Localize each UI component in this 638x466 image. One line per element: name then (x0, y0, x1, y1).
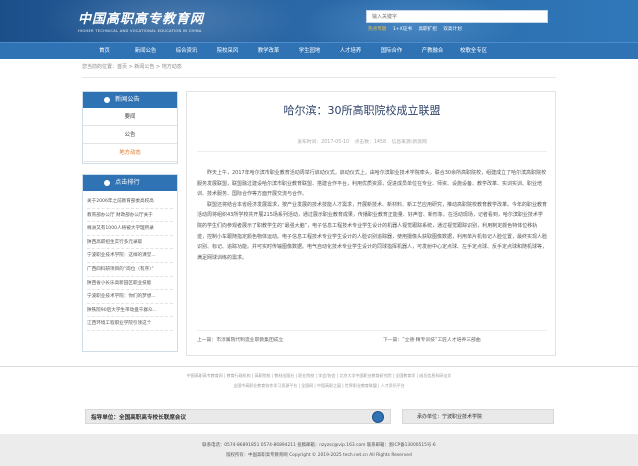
article-panel: 哈尔滨：30所高职院校成立联盟 发布时间：2017-05-10 点击数：1458… (186, 91, 556, 356)
ranking-item[interactable]: 陕西省小长乐高新园区职业技能 (87, 277, 173, 291)
hot-topic-link[interactable]: 高职扩招 (418, 27, 436, 32)
ranking-item[interactable]: 宁波职业技术学院：这样的课堂... (87, 249, 173, 263)
ranking-item[interactable]: 陕铁院90后大学生带动盘千群众... (87, 304, 173, 318)
ranking-item[interactable]: 宁波职业技术学院：你们的梦想... (87, 290, 173, 304)
article-source: 信息来源:新浪网 (391, 140, 427, 145)
ranking-list: 关于2006年之前教育部委高校高 教育部办公厅 财政部办公厅关于 株洲又有100… (83, 191, 177, 331)
footer-copyright: 版权所有：中国高职高专教育网 Copyright © 2019-2025 tec… (226, 453, 412, 458)
article-title: 哈尔滨：30所高职院校成立联盟 (283, 104, 441, 117)
host-unit-text: 承办单位：宁波职业技术学院 (417, 414, 483, 420)
nav-item-reform[interactable]: 教学改革 (248, 43, 289, 59)
article-body: 昨天上午，2017年哈尔滨市职业教育活动周举行启动仪式，启动仪式上，由哈尔滨职业… (197, 168, 547, 263)
site-header: 中国高职高专教育网 HIGHER TECHNICAL AND VOCATIONA… (0, 0, 638, 42)
nav-item-students[interactable]: 学生园地 (289, 43, 330, 59)
ranking-item[interactable]: 广西四科研项目的“岗位（有序）” (87, 263, 173, 277)
logo-text-cn: 中国高职高专教育网 (78, 12, 205, 27)
ranking-item[interactable]: 江西环境工程职业学院引领这个 (87, 317, 173, 331)
footer-divider (0, 366, 638, 367)
news-panel-title: 新闻公告 (83, 92, 177, 108)
sidebar-item-local-news[interactable]: 地方动态 (83, 144, 177, 162)
nav-item-campus[interactable]: 院校采风 (207, 43, 248, 59)
site-footer: 联系电话：0574-86891851 0574-86894211 投稿邮箱：nz… (0, 434, 638, 466)
sidebar-item-headlines[interactable]: 要闻 (83, 108, 177, 126)
article-divider (197, 151, 547, 152)
hot-topic-link[interactable]: 1+X证书 (393, 27, 412, 32)
nav-item-industry[interactable]: 产教融合 (412, 43, 453, 59)
footer-links-secondary[interactable]: 全国中高职业教育协作学习资源平台 | 全国网 | 中国高职之窗 | 世界职业教育… (0, 383, 638, 389)
guide-unit-bar: 指导单位：全国高职高专校长联席会议 (85, 409, 391, 424)
breadcrumb-divider (82, 77, 556, 78)
circle-icon (104, 97, 110, 103)
next-article-link[interactable]: 下一篇：“立德·精专训技”工匠人才培养三部曲 (383, 336, 481, 343)
article-paragraph: 昨天上午，2017年哈尔滨市职业教育活动周举行启动仪式，启动仪式上，由哈尔滨职业… (197, 170, 547, 198)
click-ranking-panel: 点击排行 关于2006年之前教育部委高校高 教育部办公厅 财政部办公厅关于 株洲… (82, 174, 178, 352)
ranking-item[interactable]: 关于2006年之前教育部委高校高 (87, 195, 173, 209)
nav-item-news[interactable]: 新闻公告 (125, 43, 166, 59)
hot-topic-link[interactable]: 双高计划 (443, 27, 461, 32)
news-category-panel: 新闻公告 要闻 公告 地方动态 (82, 91, 178, 164)
article-paragraph: 联盟还将结合本省经济发展需求，按产业发展的技术技能人才需求，开展新技术、新材料、… (197, 201, 548, 261)
hot-topics: 热点专题 1+X证书 高职扩招 双高计划 (368, 26, 467, 32)
nav-item-talent[interactable]: 人才培养 (330, 43, 371, 59)
rank-panel-title-text: 点击排行 (115, 179, 140, 186)
article-date: 发布时间：2017-05-10 (297, 140, 350, 145)
search-input[interactable] (367, 11, 547, 22)
host-unit-bar: 承办单位：宁波职业技术学院 (402, 409, 554, 424)
footer-links[interactable]: 中国高职高专教育网 | 教育行政机构 | 高职院校 | 教材出版社 | 职业院校… (0, 373, 638, 379)
article-pager: 上一篇：市淳属院代制造业职教集团成立 下一篇：“立德·精专训技”工匠人才培养三部… (197, 330, 547, 343)
hot-topics-label: 热点专题 (368, 27, 387, 32)
nav-item-info[interactable]: 综合资讯 (166, 43, 207, 59)
footer-contact: 联系电话：0574-86891851 0574-86894211 投稿邮箱：nz… (202, 443, 436, 448)
circle-icon (104, 180, 110, 186)
rank-panel-title: 点击排行 (83, 175, 177, 191)
ranking-item[interactable]: 教育部办公厅 财政部办公厅关于 (87, 209, 173, 223)
breadcrumb: 您当前的位置：首页 > 新闻公告 > 地方动态 (82, 64, 182, 70)
prev-article-link[interactable]: 上一篇：市淳属院代制造业职教集团成立 (197, 336, 283, 343)
logo-text-en: HIGHER TECHNICAL AND VOCATIONAL EDUCATIO… (78, 29, 202, 33)
news-panel-title-text: 新闻公告 (115, 96, 140, 103)
sidebar-item-announcements[interactable]: 公告 (83, 126, 177, 144)
site-logo[interactable]: 中国高职高专教育网 HIGHER TECHNICAL AND VOCATIONA… (78, 8, 204, 33)
article-clicks: 点击数：1458 (354, 140, 387, 145)
main-nav: 首页 新闻公告 综合资讯 院校采风 教学改革 学生园地 人才培养 国际合作 产教… (0, 42, 638, 59)
guide-unit-text: 指导单位：全国高职高专校长联席会议 (91, 415, 187, 421)
emblem-icon (372, 411, 384, 423)
nav-item-songs[interactable]: 校歌全专区 (453, 43, 494, 59)
search-box (366, 10, 548, 23)
ranking-item[interactable]: 陕西高职招生实行多元录取 (87, 236, 173, 250)
nav-item-international[interactable]: 国际合作 (371, 43, 412, 59)
article-meta: 发布时间：2017-05-10 点击数：1458 信息来源:新浪网 (187, 138, 537, 145)
ranking-item[interactable]: 株洲又有1000人将被大学理所录 (87, 222, 173, 236)
nav-item-home[interactable]: 首页 (84, 43, 125, 59)
